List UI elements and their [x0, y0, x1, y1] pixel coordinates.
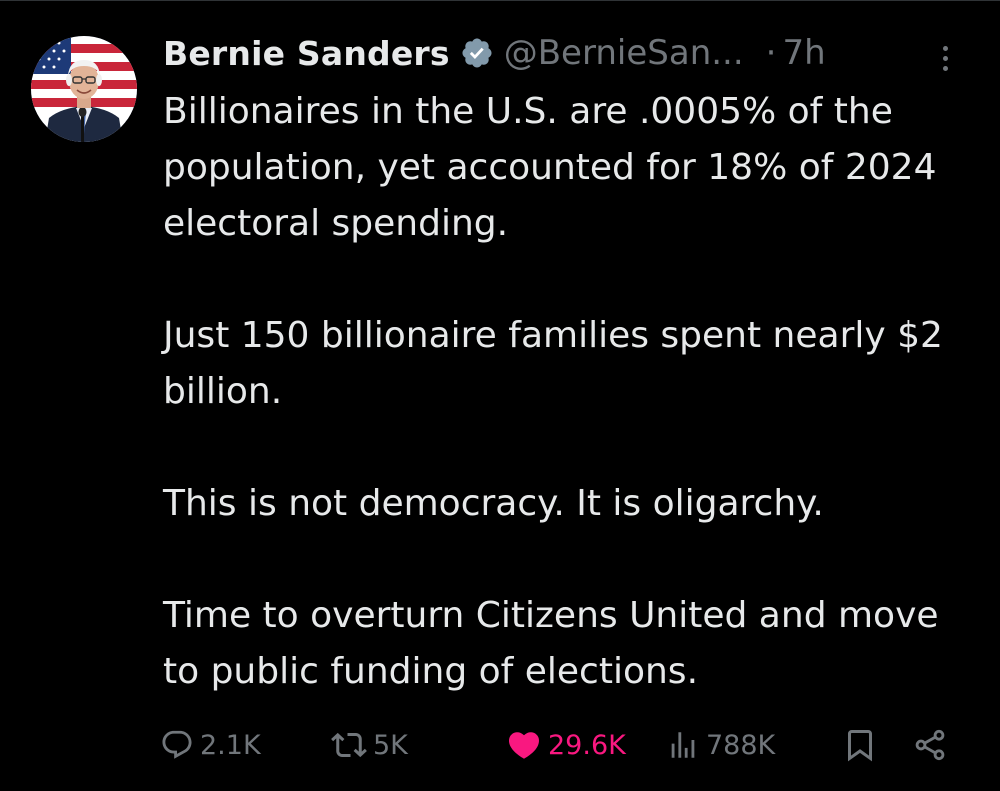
- share-button[interactable]: [912, 722, 948, 768]
- tweet-header: Bernie Sanders @BernieSan... · 7h: [163, 30, 826, 76]
- share-icon: [915, 729, 945, 761]
- reply-icon: [162, 730, 192, 759]
- like-button[interactable]: 29.6K: [506, 722, 626, 768]
- views-button[interactable]: 788K: [666, 722, 775, 768]
- display-name[interactable]: Bernie Sanders: [163, 34, 450, 73]
- tweet-text: Billionaires in the U.S. are .0005% of t…: [163, 84, 973, 700]
- verified-badge-icon[interactable]: [460, 36, 494, 70]
- heart-icon: [508, 732, 540, 759]
- repost-count: 5K: [373, 729, 408, 761]
- tweet-paragraph: This is not democracy. It is oligarchy.: [163, 483, 824, 524]
- bookmark-button[interactable]: [842, 722, 878, 768]
- repost-button[interactable]: 5K: [331, 722, 408, 768]
- avatar[interactable]: [31, 36, 137, 142]
- tweet-paragraph: Billionaires in the U.S. are .0005% of t…: [163, 91, 937, 244]
- action-bar: 2.1K 5K 29.6K 788K: [160, 722, 960, 768]
- avatar-image: [31, 36, 137, 142]
- user-handle[interactable]: @BernieSan...: [504, 33, 744, 73]
- like-count: 29.6K: [548, 729, 626, 761]
- separator-dot: ·: [765, 33, 777, 73]
- tweet-card[interactable]: Bernie Sanders @BernieSan... · 7h Billio…: [0, 0, 1000, 791]
- reply-button[interactable]: 2.1K: [160, 722, 261, 768]
- timestamp[interactable]: 7h: [782, 33, 825, 73]
- repost-icon: [331, 732, 367, 758]
- views-icon: [671, 732, 695, 758]
- tweet-paragraph: Just 150 billionaire families spent near…: [163, 315, 943, 412]
- reply-count: 2.1K: [200, 729, 261, 761]
- tweet-paragraph: Time to overturn Citizens United and mov…: [163, 595, 939, 692]
- bookmark-icon: [848, 730, 872, 762]
- more-options-icon[interactable]: [930, 38, 960, 78]
- views-count: 788K: [706, 729, 776, 761]
